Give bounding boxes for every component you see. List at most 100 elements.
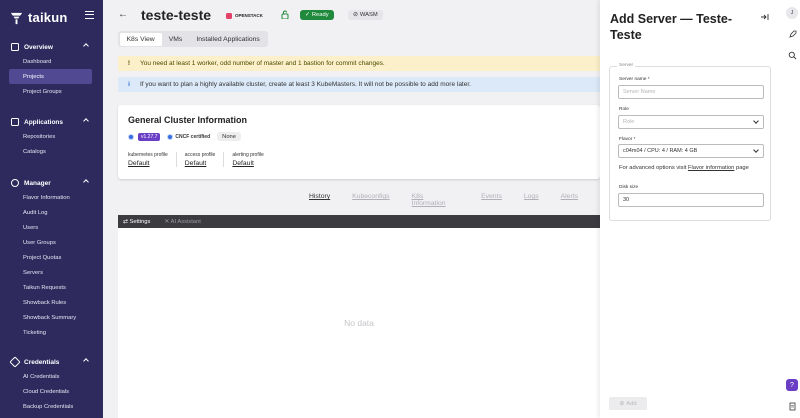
sidebar-item-catalogs[interactable]: Catalogs xyxy=(0,144,103,159)
tab-events[interactable]: Events xyxy=(481,193,502,207)
sidebar-item-flavor-information[interactable]: Flavor Information xyxy=(0,190,103,205)
warning-icon: ! xyxy=(127,60,131,67)
nav-section-credentials: Credentials AI Credentials Cloud Credent… xyxy=(0,355,103,414)
settings-bar: ⇄ Settings ✕ AI Assistant xyxy=(118,215,600,228)
plus-icon: ⊕ xyxy=(619,400,625,407)
project-header: ← teste-teste OPENSTACK ✓ Ready ⊘ WASM xyxy=(103,0,600,30)
add-button[interactable]: ⊕ Add xyxy=(609,397,647,410)
chevron-up-icon xyxy=(83,118,89,124)
role-label: Role xyxy=(619,107,629,112)
alerting-profile: alerting profile Default xyxy=(232,152,264,167)
tab-alerts[interactable]: Alerts xyxy=(561,193,578,207)
flavor-hint: For advanced options visit Flavor inform… xyxy=(619,165,749,171)
back-arrow-icon[interactable]: ← xyxy=(118,9,128,20)
cluster-info-card: General Cluster Information v1.27.7 CNCF… xyxy=(118,105,600,179)
check-icon: ✓ xyxy=(305,12,310,18)
document-icon[interactable] xyxy=(788,402,797,411)
search-icon[interactable] xyxy=(788,51,797,60)
tab-kubeconfigs[interactable]: Kubeconfigs xyxy=(352,193,389,207)
chevron-up-icon xyxy=(83,43,89,49)
profiles: kubernetes profile Default access profil… xyxy=(128,152,280,167)
access-profile-link[interactable]: Default xyxy=(185,160,216,167)
brand-name: taikun xyxy=(28,9,68,25)
sidebar-item-audit-log[interactable]: Audit Log xyxy=(0,205,103,220)
sidebar-item-ai-credentials[interactable]: AI Credentials xyxy=(0,369,103,384)
ai-assistant-button[interactable]: ✕ AI Assistant xyxy=(164,219,200,225)
chevron-up-icon xyxy=(83,179,89,185)
sidebar-item-servers[interactable]: Servers xyxy=(0,265,103,280)
right-rail xyxy=(780,0,800,418)
cncf-badge: CNCF certified xyxy=(164,133,213,141)
kubernetes-icon xyxy=(128,133,134,140)
info-alert: i If you want to plan a highly available… xyxy=(118,77,600,92)
nav-section-applications: Applications Repositories Catalogs xyxy=(0,115,103,159)
sidebar-item-showback-rules[interactable]: Showback Rules xyxy=(0,295,103,310)
sidebar-item-users[interactable]: Users xyxy=(0,220,103,235)
user-icon xyxy=(11,179,19,187)
tab-vms[interactable]: VMs xyxy=(162,33,190,46)
drawer-title: Add Server — Teste-Teste xyxy=(610,12,733,42)
sidebar-item-project-groups[interactable]: Project Groups xyxy=(0,84,103,99)
main-content: ← teste-teste OPENSTACK ✓ Ready ⊘ WASM K… xyxy=(103,0,600,418)
cluster-info-title: General Cluster Information xyxy=(128,115,248,125)
chevron-down-icon xyxy=(753,147,759,153)
menu-toggle-icon[interactable] xyxy=(85,11,94,19)
access-profile: access profile Default xyxy=(185,152,225,167)
help-icon[interactable]: ? xyxy=(786,379,798,391)
flavor-information-link[interactable]: Flavor information xyxy=(688,165,734,171)
nav-head-overview[interactable]: Overview xyxy=(0,40,103,54)
tab-k8s-view[interactable]: K8s View xyxy=(119,32,162,46)
sidebar-item-backup-credentials[interactable]: Backup Credentials xyxy=(0,399,103,414)
sidebar-item-cloud-credentials[interactable]: Cloud Credentials xyxy=(0,384,103,399)
version-badge: v1.27.7 xyxy=(138,132,161,141)
kubernetes-profile-link[interactable]: Default xyxy=(128,160,168,167)
avatar[interactable]: J xyxy=(786,7,798,19)
sidebar-item-taikun-requests[interactable]: Taikun Requests xyxy=(0,280,103,295)
sidebar: taikun Overview Dashboard Projects Proje… xyxy=(0,0,103,418)
settings-button[interactable]: ⇄ Settings xyxy=(123,219,150,225)
server-fieldset: Server Server name * Server Name Role Ro… xyxy=(609,63,771,221)
sidebar-item-project-quotas[interactable]: Project Quotas xyxy=(0,250,103,265)
server-name-input[interactable]: Server Name xyxy=(618,85,764,99)
chevron-up-icon xyxy=(83,358,89,364)
tab-logs[interactable]: Logs xyxy=(524,193,539,207)
tab-installed-applications[interactable]: Installed Applications xyxy=(189,33,266,46)
server-legend: Server xyxy=(617,63,636,68)
nav-head-manager[interactable]: Manager xyxy=(0,176,103,190)
history-tabs: History Kubeconfigs K8s Information Even… xyxy=(309,193,600,207)
sidebar-item-user-groups[interactable]: User Groups xyxy=(0,235,103,250)
flavor-select[interactable]: c04m04 / CPU: 4 / RAM: 4 GB xyxy=(618,144,764,158)
nav-section-manager: Manager Flavor Information Audit Log Use… xyxy=(0,176,103,340)
nav-head-applications[interactable]: Applications xyxy=(0,115,103,129)
role-select[interactable]: Role xyxy=(618,115,764,129)
wasm-icon: ⊘ xyxy=(353,12,358,18)
flavor-label: Flavor * xyxy=(619,137,636,142)
rocket-icon[interactable] xyxy=(788,30,797,39)
brand-logo[interactable]: taikun xyxy=(9,8,67,26)
tab-history[interactable]: History xyxy=(309,193,330,207)
sidebar-item-projects[interactable]: Projects xyxy=(9,69,92,84)
kubernetes-profile: kubernetes profile Default xyxy=(128,152,177,167)
lock-icon[interactable] xyxy=(281,10,289,19)
warning-alert: ! You need at least 1 worker, odd number… xyxy=(118,56,600,71)
tab-k8s-information[interactable]: K8s Information xyxy=(412,193,460,207)
disk-size-input[interactable]: 30 xyxy=(618,193,764,207)
key-icon xyxy=(9,356,21,368)
add-server-drawer: Add Server — Teste-Teste Server Server n… xyxy=(600,0,780,418)
openstack-icon xyxy=(226,12,232,19)
chevron-down-icon xyxy=(753,118,759,124)
alerting-profile-link[interactable]: Default xyxy=(232,160,263,167)
sidebar-item-dashboard[interactable]: Dashboard xyxy=(0,54,103,69)
applications-icon xyxy=(11,118,19,126)
sidebar-item-repositories[interactable]: Repositories xyxy=(0,129,103,144)
server-name-label: Server name * xyxy=(619,77,650,82)
view-tabs: K8s View VMs Installed Applications xyxy=(118,31,269,47)
cloud-badge: OPENSTACK xyxy=(226,11,263,20)
sidebar-item-showback-summary[interactable]: Showback Summary xyxy=(0,310,103,325)
none-badge: None xyxy=(217,132,241,141)
disk-size-label: Disk size xyxy=(619,185,639,190)
wasm-badge: ⊘ WASM xyxy=(348,10,383,20)
collapse-drawer-icon[interactable] xyxy=(760,13,769,21)
nav-head-credentials[interactable]: Credentials xyxy=(0,355,103,369)
sidebar-item-ticketing[interactable]: Ticketing xyxy=(0,325,103,340)
